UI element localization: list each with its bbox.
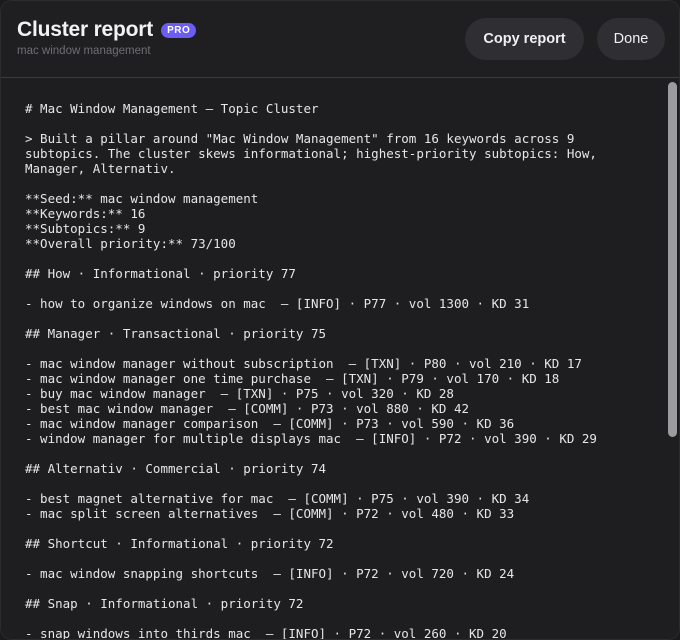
page-title: Cluster report bbox=[17, 18, 154, 41]
report-line: **Overall priority:** 73/100 bbox=[25, 236, 236, 251]
report-keyword-line: - mac window manager comparison — [COMM]… bbox=[25, 416, 515, 431]
report-markdown: # Mac Window Management — Topic Cluster … bbox=[25, 101, 665, 640]
done-button[interactable]: Done bbox=[597, 18, 665, 60]
report-line: Manager, Alternativ. bbox=[25, 161, 176, 176]
report-keyword-line: - mac window snapping shortcuts — [INFO]… bbox=[25, 566, 515, 581]
cluster-report-window: Cluster report PRO mac window management… bbox=[0, 0, 680, 640]
report-line: > Built a pillar around "Mac Window Mana… bbox=[25, 131, 575, 146]
report-keyword-line: - buy mac window manager — [TXN] · P75 ·… bbox=[25, 386, 454, 401]
report-keyword-line: - how to organize windows on mac — [INFO… bbox=[25, 296, 530, 311]
report-section-heading: ## Manager · Transactional · priority 75 bbox=[25, 326, 327, 341]
report-keyword-line: - best magnet alternative for mac — [COM… bbox=[25, 491, 530, 506]
title-row: Cluster report PRO bbox=[17, 18, 197, 42]
report-section-heading: ## How · Informational · priority 77 bbox=[25, 266, 296, 281]
report-keyword-line: - snap windows into thirds mac — [INFO] … bbox=[25, 626, 507, 640]
report-content[interactable]: # Mac Window Management — Topic Cluster … bbox=[1, 78, 665, 640]
scrollbar-thumb[interactable] bbox=[668, 82, 677, 437]
report-keyword-line: - mac window manager without subscriptio… bbox=[25, 356, 582, 371]
report-line: **Seed:** mac window management bbox=[25, 191, 259, 206]
seed-subtitle: mac window management bbox=[17, 45, 151, 57]
report-line: subtopics. The cluster skews information… bbox=[25, 146, 597, 161]
report-section-heading: ## Snap · Informational · priority 72 bbox=[25, 596, 304, 611]
pro-badge: PRO bbox=[161, 22, 197, 38]
report-keyword-line: - mac split screen alternatives — [COMM]… bbox=[25, 506, 515, 521]
report-keyword-line: - window manager for multiple displays m… bbox=[25, 431, 597, 446]
report-line: **Keywords:** 16 bbox=[25, 206, 146, 221]
scrollbar[interactable] bbox=[665, 78, 679, 639]
report-title: # Mac Window Management — Topic Cluster bbox=[25, 101, 319, 116]
report-section-heading: ## Shortcut · Informational · priority 7… bbox=[25, 536, 334, 551]
report-keyword-line: - mac window manager one time purchase —… bbox=[25, 371, 560, 386]
report-line: **Subtopics:** 9 bbox=[25, 221, 146, 236]
report-keyword-line: - best mac window manager — [COMM] · P73… bbox=[25, 401, 470, 416]
copy-report-button[interactable]: Copy report bbox=[465, 18, 584, 60]
report-header: Cluster report PRO mac window management… bbox=[1, 1, 679, 78]
report-section-heading: ## Alternativ · Commercial · priority 74 bbox=[25, 461, 327, 476]
